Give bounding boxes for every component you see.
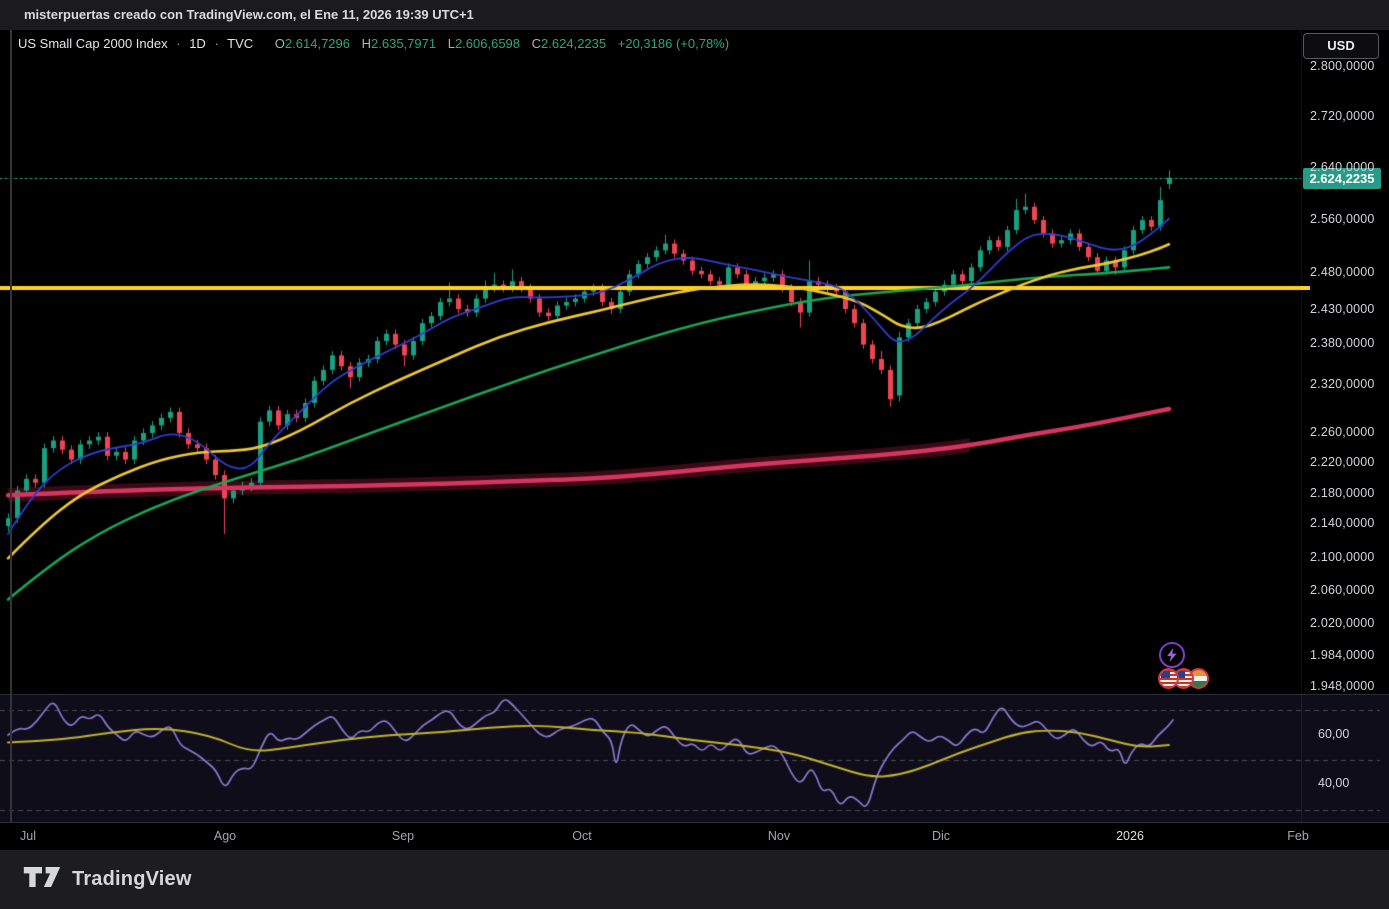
tradingview-snapshot: misterpuertas creado con TradingView.com… <box>0 0 1389 909</box>
lightning-icon[interactable] <box>1159 642 1185 668</box>
main-chart-canvas[interactable] <box>0 30 1301 694</box>
price-axis[interactable]: USD 2.624,2235 2.800,0000 2.720,0000 2.640… <box>1301 30 1389 822</box>
symbol-title[interactable]: US Small Cap 2000 Index <box>18 36 168 51</box>
price-axis-label: 2.180,0000 <box>1310 486 1375 500</box>
price-axis-label: 2.380,0000 <box>1310 336 1375 350</box>
price-axis-label: 1.948,0000 <box>1310 679 1375 693</box>
chart-legend[interactable]: US Small Cap 2000 Index · 1D · TVC O2.61… <box>18 36 729 51</box>
currency-button[interactable]: USD <box>1303 33 1379 59</box>
price-axis-label: 2.430,0000 <box>1310 302 1375 316</box>
price-axis-label: 2.220,0000 <box>1310 455 1375 469</box>
tradingview-logo[interactable] <box>22 864 62 895</box>
price-axis-label: 2.800,0000 <box>1310 59 1375 73</box>
flag-canton <box>1161 671 1170 678</box>
chart-area: US Small Cap 2000 Index · 1D · TVC O2.61… <box>0 30 1389 850</box>
time-axis-label: 2026 <box>1116 829 1144 843</box>
price-axis-label: 2.560,0000 <box>1310 212 1375 226</box>
pane-separator[interactable] <box>0 694 1389 695</box>
low-label: L <box>447 36 455 51</box>
price-axis-label: 2.020,0000 <box>1310 616 1375 630</box>
open-label: O <box>274 36 285 51</box>
footer-bar: TradingView <box>0 850 1389 909</box>
time-axis-label: Dic <box>931 829 951 843</box>
price-axis-label: 2.100,0000 <box>1310 550 1375 564</box>
time-axis-label: Ago <box>213 829 237 843</box>
price-axis-label: 2.480,0000 <box>1310 265 1375 279</box>
attribution-text: misterpuertas creado con TradingView.com… <box>24 7 474 22</box>
time-axis-label: Nov <box>767 829 791 843</box>
drawn-line-axis-tick <box>1301 286 1310 290</box>
rsi-pane-canvas[interactable] <box>0 695 1389 822</box>
exchange-label: TVC <box>227 36 254 51</box>
price-axis-label: 2.140,0000 <box>1310 516 1375 530</box>
time-axis-label: Oct <box>572 829 592 843</box>
close-label: C <box>531 36 542 51</box>
price-axis-label: 2.320,0000 <box>1310 377 1375 391</box>
pane-left-border <box>10 30 12 822</box>
brand-name[interactable]: TradingView <box>72 868 192 891</box>
close-value: 2.624,2235 <box>541 36 607 51</box>
price-axis-label: 1.984,0000 <box>1310 648 1375 662</box>
interval-label[interactable]: 1D <box>189 36 206 51</box>
price-axis-label: 2.060,0000 <box>1310 583 1375 597</box>
high-label: H <box>361 36 372 51</box>
change-value: +20,3186 (+0,78%) <box>617 36 730 51</box>
attribution-bar: misterpuertas creado con TradingView.com… <box>0 0 1389 30</box>
us-flag-icon[interactable] <box>1158 668 1179 689</box>
open-value: 2.614,7296 <box>284 36 350 51</box>
price-axis-label: 2.640,0000 <box>1310 160 1375 174</box>
ohlc-values: O2.614,7296 H2.635,7971 L2.606,6598 C2.6… <box>267 36 729 51</box>
time-axis-label: Jul <box>20 829 36 843</box>
legend-separator: · <box>214 36 219 51</box>
price-axis-label: 2.720,0000 <box>1310 109 1375 123</box>
rsi-axis-label: 60,00 <box>1318 727 1350 741</box>
time-axis-label: Feb <box>1287 829 1309 843</box>
legend-separator: · <box>176 36 181 51</box>
time-axis[interactable]: Jul Ago Sep Oct Nov Dic 2026 Feb <box>0 823 1389 850</box>
time-axis-label: Sep <box>391 829 415 843</box>
price-axis-label: 2.260,0000 <box>1310 425 1375 439</box>
rsi-axis-label: 40,00 <box>1318 776 1350 790</box>
high-value: 2.635,7971 <box>371 36 437 51</box>
low-value: 2.606,6598 <box>454 36 521 51</box>
